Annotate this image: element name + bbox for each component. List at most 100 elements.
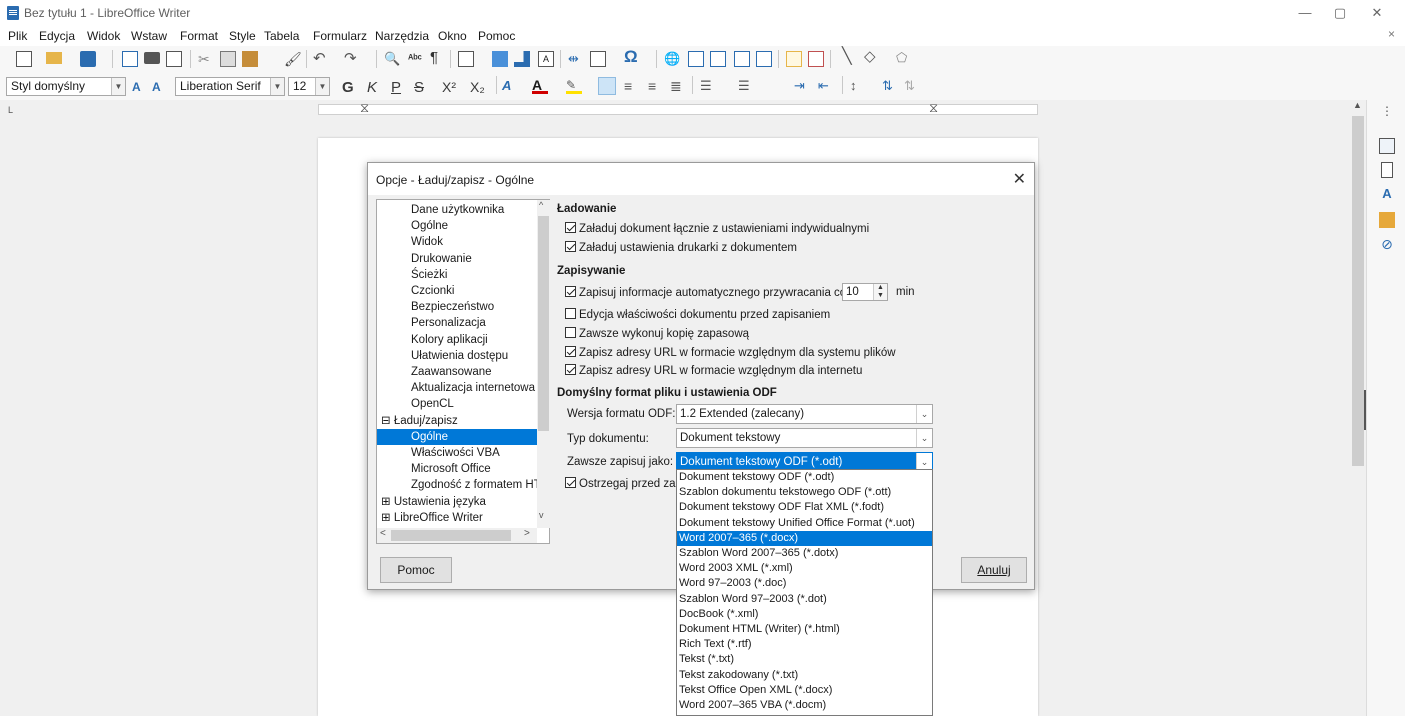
insert-table-icon[interactable] (458, 51, 474, 67)
menu-edycja[interactable]: Edycja (39, 29, 75, 43)
justify-icon[interactable]: ≣ (670, 78, 686, 94)
tree-item[interactable]: Bezpieczeństwo (377, 299, 537, 315)
relative-url-filesystem-checkbox[interactable]: Zapisz adresy URL w formacie względnym d… (565, 346, 896, 359)
cancel-button[interactable]: Anuluj (961, 557, 1027, 583)
page-icon[interactable] (1381, 162, 1393, 178)
endnote-icon[interactable] (710, 51, 726, 67)
dropdown-option[interactable]: Szablon Word 2007–365 (*.dotx) (677, 546, 932, 561)
tree-horizontal-scrollbar[interactable]: < > (377, 528, 537, 543)
scrollbar-thumb[interactable] (538, 216, 549, 431)
bookmark-icon[interactable] (734, 51, 750, 67)
menu-okno[interactable]: Okno (438, 29, 467, 43)
scroll-right-icon[interactable]: > (524, 528, 530, 539)
tree-item[interactable]: OpenCL (377, 396, 537, 412)
scroll-left-icon[interactable]: < (380, 528, 386, 539)
menu-tabela[interactable]: Tabela (264, 29, 299, 43)
tree-item[interactable]: ⊟ Ładuj/zapisz (377, 413, 537, 429)
insert-chart-icon[interactable] (514, 51, 530, 67)
tree-item[interactable]: ⊞ LibreOffice Writer (377, 510, 537, 526)
clone-formatting-icon[interactable]: 🖌 (284, 51, 302, 67)
insert-field-icon[interactable] (590, 51, 606, 67)
close-window-button[interactable]: ✕ (1362, 4, 1392, 22)
minimize-button[interactable]: — (1290, 4, 1320, 22)
tree-item[interactable]: Dane użytkownika (377, 202, 537, 218)
dropdown-option[interactable]: Word 97–2003 (*.doc) (677, 576, 932, 591)
basic-shapes-icon[interactable]: ◇ (864, 49, 880, 65)
tree-item[interactable]: Czcionki (377, 283, 537, 299)
tree-item[interactable]: Aktualizacja internetowa (377, 380, 537, 396)
dropdown-option[interactable]: Tekst zakodowany (*.txt) (677, 668, 932, 683)
tree-item[interactable]: Ogólne (377, 218, 537, 234)
tree-item[interactable]: Drukowanie (377, 251, 537, 267)
increase-indent-icon[interactable]: ⇥ (794, 78, 810, 94)
edit-properties-checkbox[interactable]: Edycja właściwości dokumentu przed zapis… (565, 308, 830, 321)
styles-icon[interactable]: A (1379, 186, 1395, 202)
chevron-down-icon[interactable]: ▼ (111, 78, 125, 95)
dropdown-option[interactable]: Dokument HTML (Writer) (*.html) (677, 622, 932, 637)
tree-item[interactable]: Zaawansowane (377, 364, 537, 380)
bold-button[interactable]: G (342, 79, 354, 96)
tab-stop-type-icon[interactable]: L (8, 105, 13, 115)
scroll-down-icon[interactable]: v (539, 510, 544, 520)
page-break-icon[interactable]: ⇹ (568, 51, 584, 67)
dropdown-option[interactable]: Dokument tekstowy ODF (*.odt) (677, 470, 932, 485)
save-icon[interactable] (80, 51, 96, 67)
scroll-up-icon[interactable]: ▲ (1353, 100, 1362, 110)
paragraph-style-combo[interactable]: Styl domyślny ▼ (6, 77, 126, 96)
left-indent-marker[interactable]: ⧖ (360, 100, 369, 116)
properties-icon[interactable] (1379, 138, 1395, 154)
cut-icon[interactable]: ✂ (198, 51, 214, 67)
cross-reference-icon[interactable] (756, 51, 772, 67)
numbered-list-icon[interactable]: ☰ (738, 78, 754, 94)
track-changes-icon[interactable] (808, 51, 824, 67)
line-spacing-icon[interactable]: ↕ (850, 78, 866, 94)
insert-image-icon[interactable] (492, 51, 508, 67)
gallery-icon[interactable] (1379, 212, 1395, 228)
warn-non-odf-checkbox[interactable]: Ostrzegaj przed zap (565, 477, 682, 490)
load-user-settings-checkbox[interactable]: Załaduj dokument łącznie z ustawieniami … (565, 222, 869, 235)
close-document-icon[interactable]: × (1388, 27, 1395, 41)
dropdown-option[interactable]: Szablon dokumentu tekstowego ODF (*.ott) (677, 485, 932, 500)
hyperlink-icon[interactable]: 🌐 (664, 51, 680, 67)
draw-functions-icon[interactable]: ⬠ (896, 50, 912, 66)
open-folder-icon[interactable] (46, 52, 62, 64)
spin-arrows-icon[interactable]: ▲ ▼ (873, 284, 887, 300)
formatting-marks-icon[interactable]: ¶ (430, 50, 446, 66)
scrollbar-thumb[interactable] (391, 530, 511, 541)
align-left-icon[interactable] (598, 77, 616, 95)
backup-checkbox[interactable]: Zawsze wykonuj kopię zapasową (565, 327, 749, 340)
special-character-icon[interactable]: Ω (624, 48, 640, 65)
chevron-down-icon[interactable]: ▼ (315, 78, 329, 95)
italic-button[interactable]: K (367, 79, 377, 96)
strikethrough-button[interactable]: S (414, 79, 424, 96)
font-color-icon[interactable]: A (532, 78, 548, 94)
new-style-icon[interactable]: A (152, 79, 168, 95)
dropdown-option[interactable]: Szablon Word 97–2003 (*.dot) (677, 592, 932, 607)
paragraph-spacing-decrease-icon[interactable]: ⇅ (904, 78, 920, 94)
chevron-down-icon[interactable]: ⌄ (916, 405, 932, 423)
paste-icon[interactable] (242, 51, 258, 67)
maximize-button[interactable]: ▢ (1325, 4, 1355, 22)
tree-item[interactable]: Microsoft Office (377, 461, 537, 477)
find-replace-icon[interactable]: 🔍 (384, 51, 400, 67)
insert-textbox-icon[interactable]: A (538, 51, 554, 67)
vertical-scrollbar[interactable]: ▲ (1351, 100, 1365, 716)
align-right-icon[interactable]: ≡ (648, 78, 664, 94)
dropdown-option[interactable]: Word 2007–365 VBA (*.docm) (677, 698, 932, 713)
sidebar-menu-icon[interactable]: ⋮ (1379, 104, 1395, 120)
spelling-icon[interactable]: ᴬᵇᶜ (408, 51, 424, 67)
comment-icon[interactable] (786, 51, 802, 67)
bullet-list-icon[interactable]: ☰ (700, 78, 716, 94)
menu-plik[interactable]: Plik (8, 29, 27, 43)
menu-narzedzia[interactable]: Narzędzia (375, 29, 429, 43)
chevron-down-icon[interactable]: ⌄ (916, 429, 932, 447)
undo-icon[interactable]: ↶ (313, 51, 329, 67)
options-tree[interactable]: Dane użytkownika Ogólne Widok Drukowanie Ści… (376, 199, 550, 544)
decrease-indent-icon[interactable]: ⇤ (818, 78, 834, 94)
dialog-close-icon[interactable]: ✕ (1013, 169, 1026, 189)
update-style-icon[interactable]: A (132, 79, 148, 95)
menu-pomoc[interactable]: Pomoc (478, 29, 515, 43)
align-center-icon[interactable]: ≡ (624, 78, 640, 94)
underline-button[interactable]: P (391, 79, 401, 96)
new-document-icon[interactable] (16, 51, 32, 67)
